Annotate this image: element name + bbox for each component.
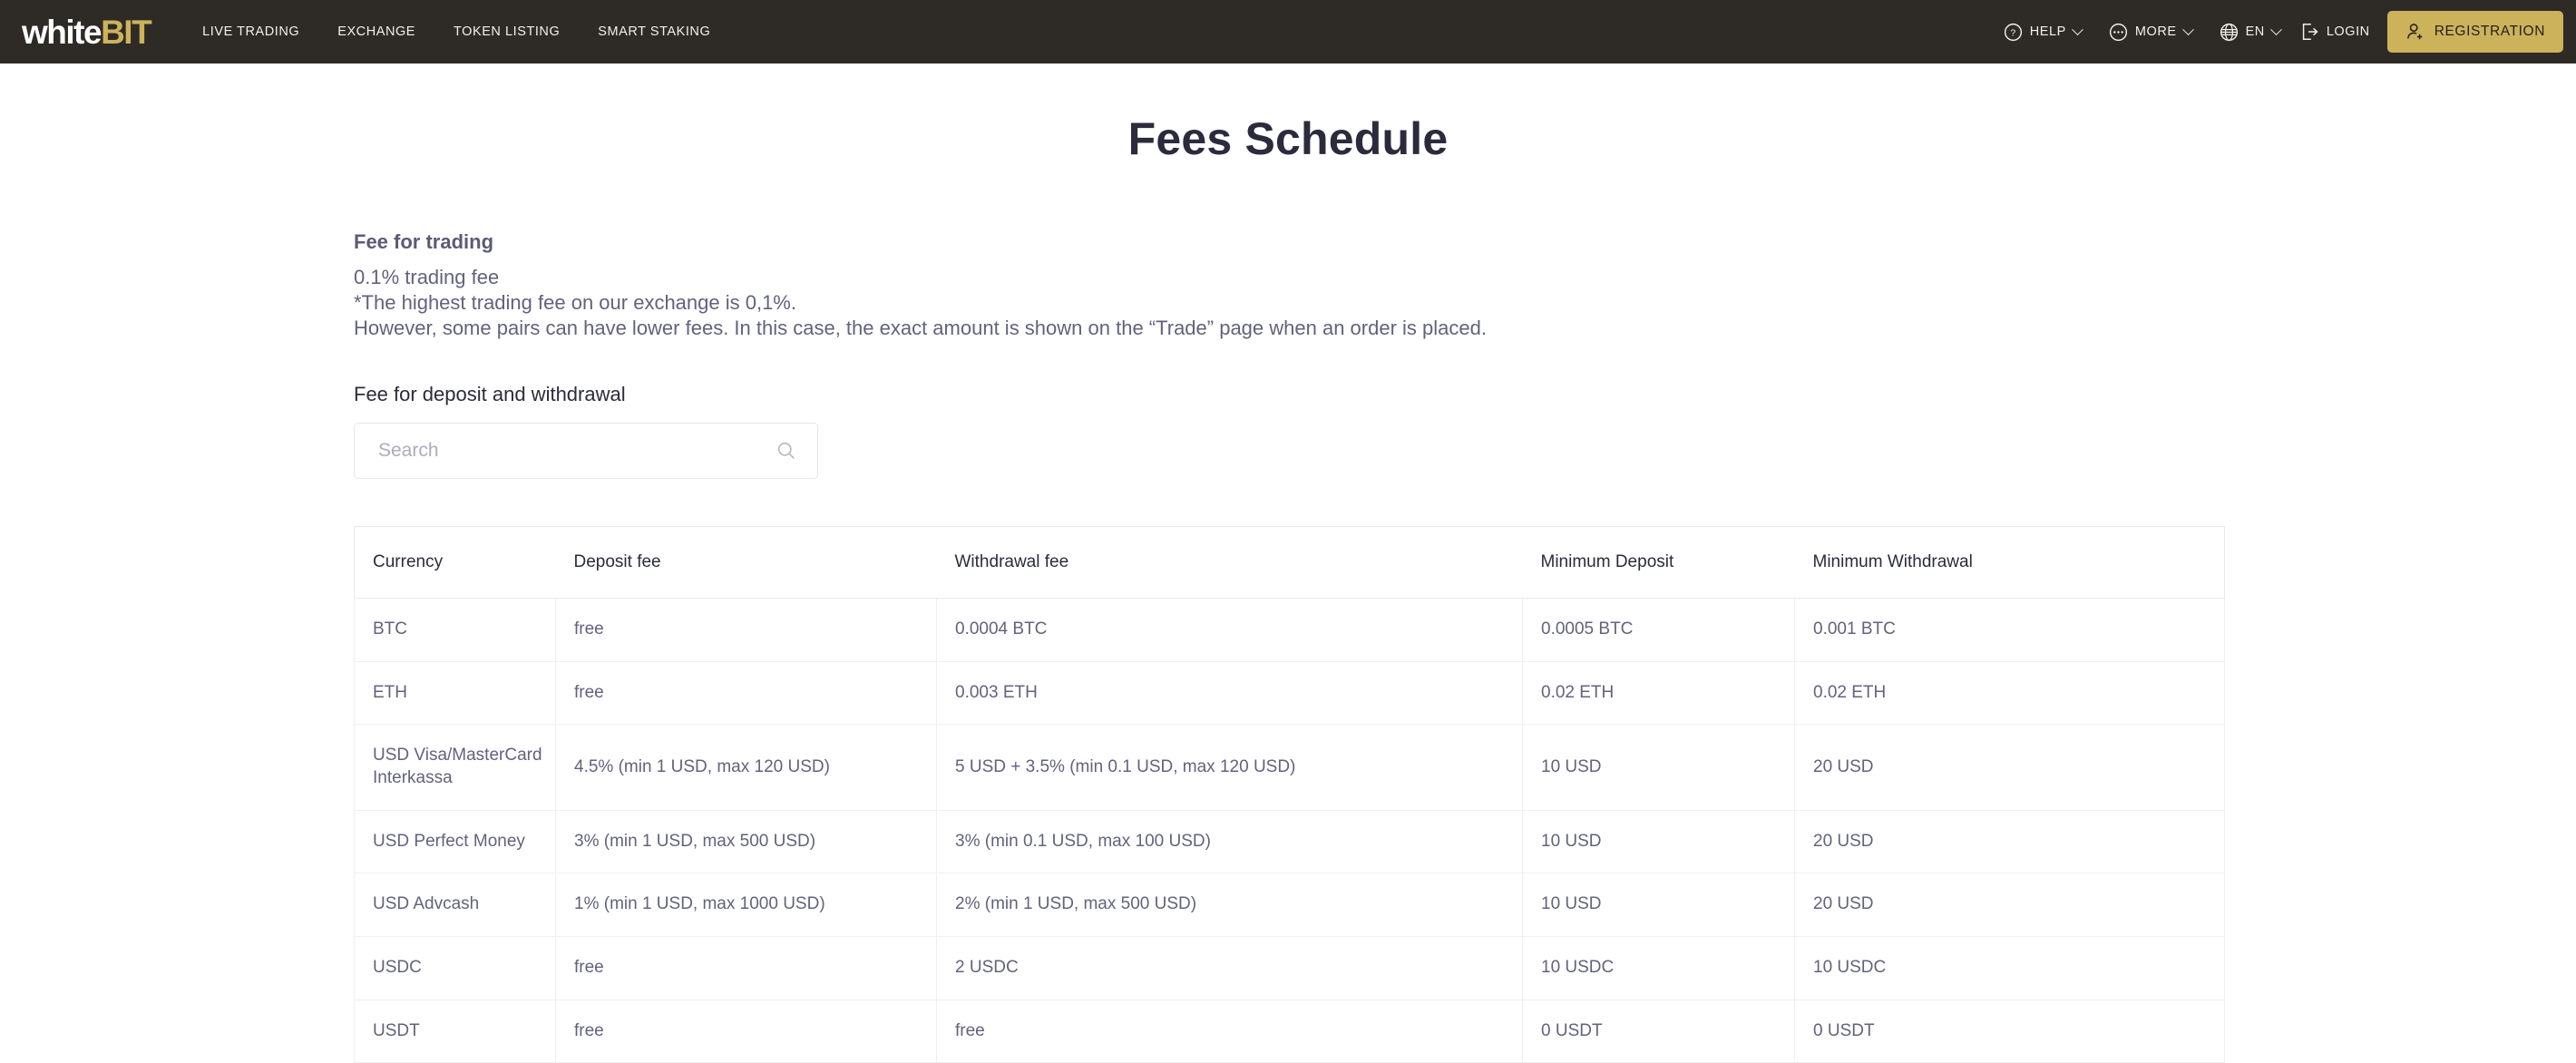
search-icon[interactable] xyxy=(776,440,797,462)
fees-table-head: Currency Deposit fee Withdrawal fee Mini… xyxy=(354,525,2225,599)
cell-deposit-fee: free xyxy=(555,661,937,726)
search-input[interactable] xyxy=(376,438,776,463)
registration-button[interactable]: REGISTRATION xyxy=(2386,11,2563,53)
logo-text-white: white xyxy=(22,13,102,51)
trading-fee-line-1: 0.1% trading fee xyxy=(354,266,500,288)
content-container: Fee for trading 0.1% trading fee *The hi… xyxy=(345,230,2231,1063)
page-title: Fees Schedule xyxy=(1127,113,1449,164)
help-label: HELP xyxy=(2029,24,2066,39)
cell-currency: USD Perfect Money xyxy=(354,810,556,874)
table-row: USD Visa/MasterCard Interkassa 4.5% (min … xyxy=(354,724,2225,811)
fee-for-trading-heading: Fee for trading xyxy=(354,230,494,253)
page-body: Fees Schedule Fee for trading 0.1% tradi… xyxy=(0,112,2576,1063)
cell-withdrawal-fee: 0.003 ETH xyxy=(936,661,1523,726)
nav-item-token-listing[interactable]: TOKEN LISTING xyxy=(434,24,579,39)
table-row: USD Advcash 1% (min 1 USD, max 1000 USD) 2… xyxy=(354,873,2225,937)
registration-label: REGISTRATION xyxy=(2434,24,2545,39)
table-row: BTC free 0.0004 BTC 0.0005 BTC 0.001 BTC xyxy=(354,598,2225,662)
cell-withdrawal-fee: 5 USD + 3.5% (min 0.1 USD, max 120 USD) xyxy=(936,724,1523,811)
cell-minimum-deposit: 10 USDC xyxy=(1522,936,1795,1000)
trading-fee-line-2: *The highest trading fee on our exchange… xyxy=(354,290,796,314)
language-selector[interactable]: EN xyxy=(2206,23,2294,42)
fees-table-body: BTC free 0.0004 BTC 0.0005 BTC 0.001 BTC ETH f… xyxy=(354,598,2225,1063)
cell-currency: USD Visa/MasterCard Interkassa xyxy=(354,724,556,811)
cell-deposit-fee: free xyxy=(555,598,937,662)
trading-fee-line-3: However, some pairs can have lower fees.… xyxy=(354,316,1487,339)
cell-currency: BTC xyxy=(354,598,556,662)
cell-minimum-deposit: 0.02 ETH xyxy=(1522,661,1795,726)
cell-currency: ETH xyxy=(354,661,556,726)
cell-withdrawal-fee: 3% (min 0.1 USD, max 100 USD) xyxy=(936,810,1523,874)
cell-minimum-deposit: 10 USD xyxy=(1522,873,1795,937)
chevron-down-icon xyxy=(2071,23,2083,35)
cell-minimum-deposit: 0.0005 BTC xyxy=(1522,598,1795,662)
main-navigation: LIVE TRADING EXCHANGE TOKEN LISTING SMAR… xyxy=(183,24,729,39)
cell-currency: USDT xyxy=(354,1000,556,1063)
nav-item-exchange[interactable]: EXCHANGE xyxy=(318,24,434,39)
whitebit-logo[interactable]: white BIT xyxy=(22,13,152,51)
cell-deposit-fee: free xyxy=(555,1000,937,1063)
chevron-down-icon xyxy=(2181,23,2194,35)
cell-minimum-withdrawal: 20 USD xyxy=(1794,810,2225,874)
fees-table: Currency Deposit fee Withdrawal fee Mini… xyxy=(354,525,2225,1063)
user-plus-icon xyxy=(2405,22,2425,42)
cell-withdrawal-fee: 0.0004 BTC xyxy=(936,598,1523,662)
cell-minimum-withdrawal: 10 USDC xyxy=(1794,936,2225,1000)
cell-minimum-withdrawal: 0.001 BTC xyxy=(1794,598,2225,662)
header-right-nav: ? HELP MORE EN LOGIN REGISTRATION xyxy=(1990,0,2576,63)
more-menu[interactable]: MORE xyxy=(2095,23,2206,42)
nav-item-live-trading[interactable]: LIVE TRADING xyxy=(183,24,318,39)
table-row: USD Perfect Money 3% (min 1 USD, max 500 … xyxy=(354,810,2225,874)
table-row: USDT free free 0 USDT 0 USDT xyxy=(354,1000,2225,1063)
cell-minimum-withdrawal: 20 USD xyxy=(1794,724,2225,811)
cell-minimum-withdrawal: 0.02 ETH xyxy=(1794,661,2225,726)
login-label: LOGIN xyxy=(2326,24,2370,39)
cell-minimum-deposit: 0 USDT xyxy=(1522,1000,1795,1063)
site-header: white BIT LIVE TRADING EXCHANGE TOKEN LIS… xyxy=(0,0,2576,63)
cell-deposit-fee: 3% (min 1 USD, max 500 USD) xyxy=(555,810,937,874)
column-header-withdrawal-fee[interactable]: Withdrawal fee xyxy=(936,525,1523,599)
cell-minimum-withdrawal: 20 USD xyxy=(1794,873,2225,937)
column-header-minimum-deposit[interactable]: Minimum Deposit xyxy=(1522,525,1795,599)
cell-deposit-fee: free xyxy=(555,936,937,1000)
cell-deposit-fee: 1% (min 1 USD, max 1000 USD) xyxy=(555,873,937,937)
search-box[interactable] xyxy=(354,422,818,479)
svg-text:?: ? xyxy=(2010,27,2015,38)
cell-minimum-deposit: 10 USD xyxy=(1522,724,1795,811)
cell-currency: USDC xyxy=(354,936,556,1000)
nav-item-smart-staking[interactable]: SMART STAKING xyxy=(579,24,729,39)
trading-fee-description: 0.1% trading fee *The highest trading fe… xyxy=(354,265,2231,341)
help-menu[interactable]: ? HELP xyxy=(1990,23,2095,42)
logo-text-accent: BIT xyxy=(101,13,152,51)
cell-withdrawal-fee: 2% (min 1 USD, max 500 USD) xyxy=(936,873,1523,937)
ellipsis-circle-icon xyxy=(2109,23,2128,42)
column-header-deposit-fee[interactable]: Deposit fee xyxy=(555,525,937,599)
cell-deposit-fee: 4.5% (min 1 USD, max 120 USD) xyxy=(555,724,937,811)
cell-withdrawal-fee: free xyxy=(936,1000,1523,1063)
cell-currency: USD Advcash xyxy=(354,873,556,937)
fee-for-deposit-heading: Fee for deposit and withdrawal xyxy=(354,382,626,405)
question-circle-icon: ? xyxy=(2004,23,2023,42)
table-row: ETH free 0.003 ETH 0.02 ETH 0.02 ETH xyxy=(354,661,2225,726)
language-label: EN xyxy=(2245,24,2265,39)
login-button[interactable]: LOGIN xyxy=(2294,22,2384,42)
table-header-row: Currency Deposit fee Withdrawal fee Mini… xyxy=(354,525,2225,599)
login-arrow-icon xyxy=(2299,22,2319,42)
cell-minimum-deposit: 10 USD xyxy=(1522,810,1795,874)
cell-withdrawal-fee: 2 USDC xyxy=(936,936,1523,1000)
column-header-minimum-withdrawal[interactable]: Minimum Withdrawal xyxy=(1794,525,2225,599)
table-row: USDC free 2 USDC 10 USDC 10 USDC xyxy=(354,936,2225,1000)
chevron-down-icon xyxy=(2269,23,2282,35)
fees-table-container: Currency Deposit fee Withdrawal fee Mini… xyxy=(354,525,2231,1063)
column-header-currency[interactable]: Currency xyxy=(354,525,556,599)
globe-icon xyxy=(2220,23,2239,42)
more-label: MORE xyxy=(2134,24,2177,39)
cell-minimum-withdrawal: 0 USDT xyxy=(1794,1000,2225,1063)
